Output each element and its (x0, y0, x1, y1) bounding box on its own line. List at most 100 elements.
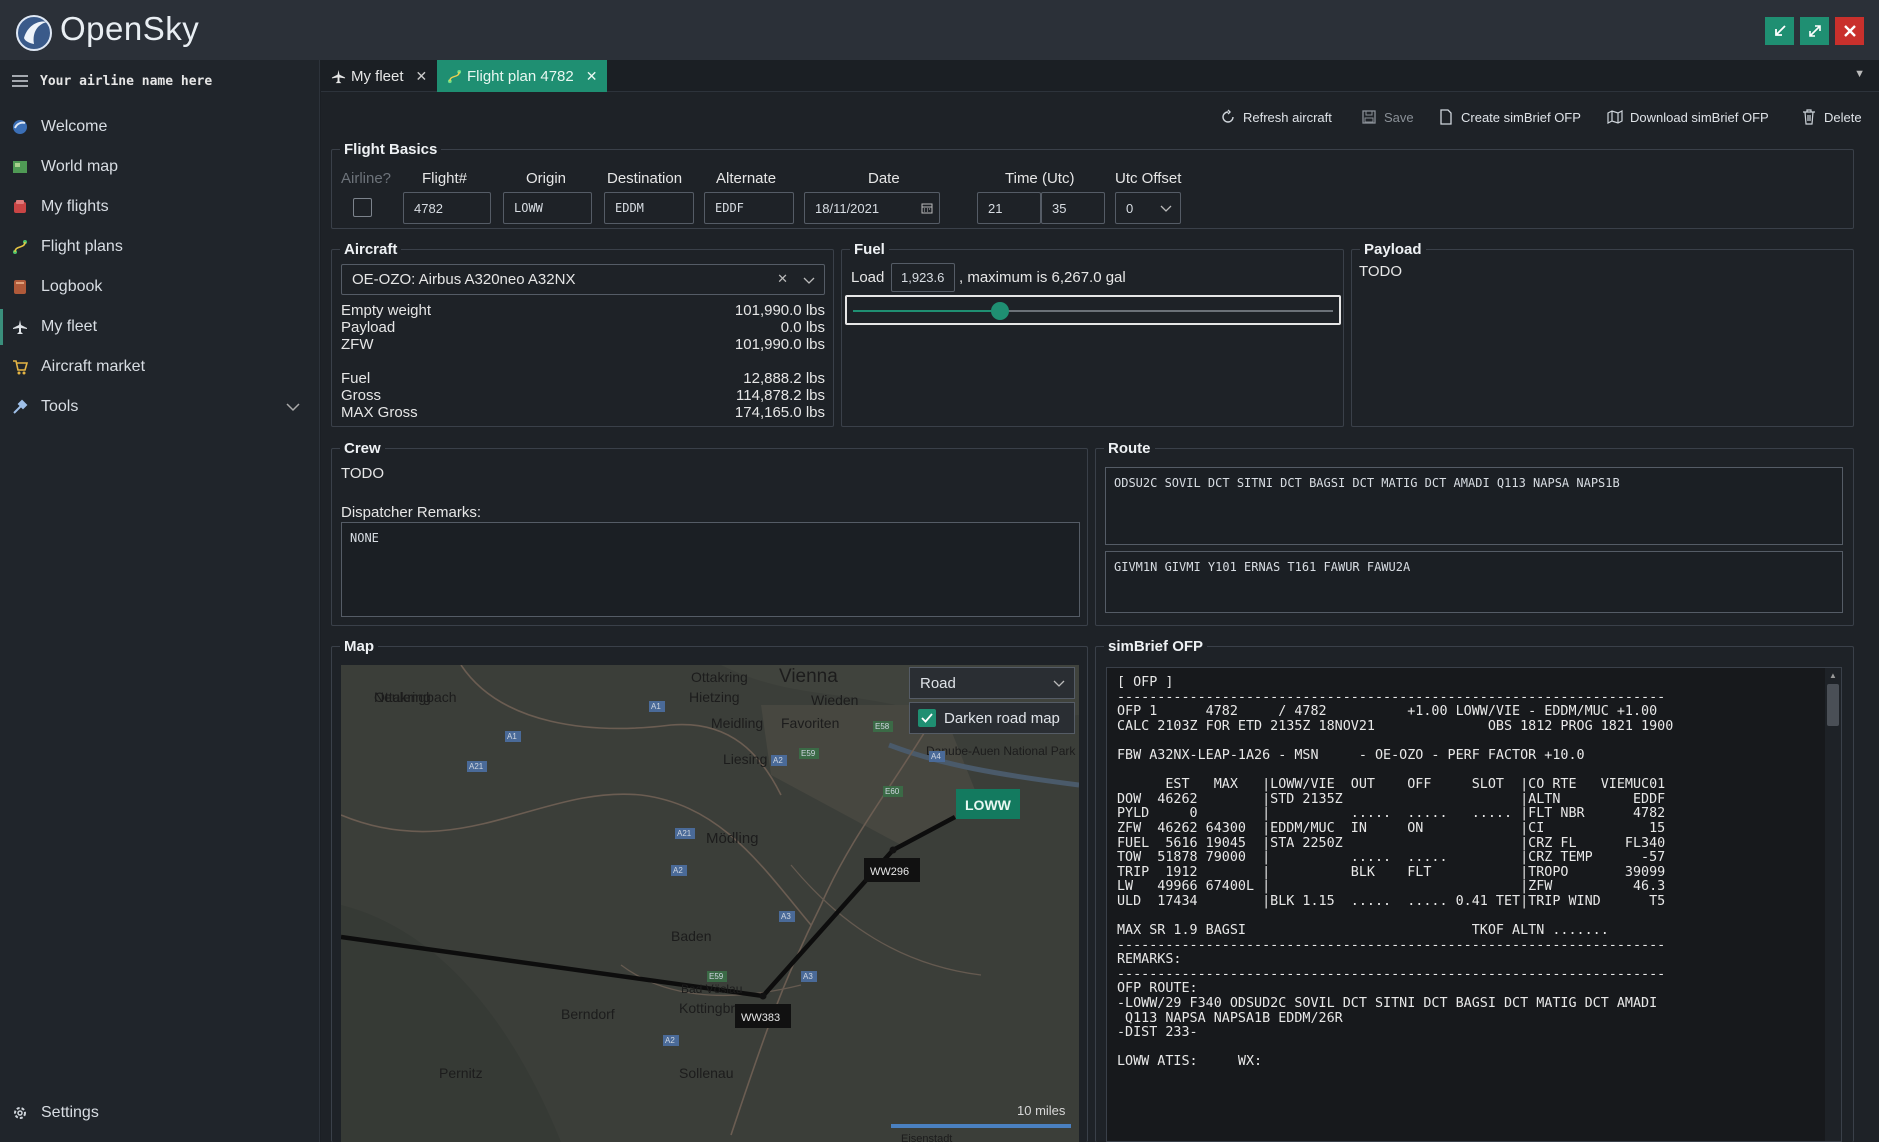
gross-value: 114,878.2 lbs (736, 387, 825, 404)
flights-icon (11, 198, 29, 216)
sidebar-item-label: World map (41, 158, 119, 175)
refresh-aircraft-button[interactable]: Refresh aircraft (1220, 107, 1332, 127)
crew-text: TODO (341, 465, 385, 482)
sidebar-item-label: Tools (41, 398, 79, 415)
road-label: E59 (801, 749, 816, 758)
map-scale-bar (891, 1124, 1071, 1128)
sidebar-item-flight-plans[interactable]: Flight plans (0, 229, 320, 265)
sidebar-item-tools[interactable]: Tools (0, 389, 320, 425)
ofp-line: OFP 1 4782 / 4782 +1.00 LOWW/VIE - EDDM/… (1117, 704, 1658, 720)
sidebar-item-settings[interactable]: Settings (0, 1095, 320, 1131)
sidebar-item-logbook[interactable]: Logbook (0, 269, 320, 305)
route-textarea[interactable]: ODSU2C SOVIL DCT SITNI DCT BAGSI DCT MAT… (1105, 467, 1843, 545)
download-ofp-label: Download simBrief OFP (1630, 109, 1769, 125)
road-label: A1 (651, 702, 661, 711)
alternate-route-textarea[interactable]: GIVM1N GIVMI Y101 ERNAS T161 FAWUR FAWU2… (1105, 551, 1843, 613)
waypoint-marker-loww[interactable]: LOWW (956, 789, 1020, 819)
dispatcher-remarks-textarea[interactable]: NONE (341, 522, 1080, 617)
waypoint-marker-ww383[interactable]: WW383 (735, 1004, 791, 1028)
map-place-label: Favoriten (781, 715, 839, 731)
ofp-line: Q113 NAPSA NAPSA1B EDDM/26R (1117, 1010, 1343, 1026)
origin-input[interactable]: LOWW (503, 192, 592, 224)
origin-label: Origin (526, 170, 567, 187)
save-button[interactable]: Save (1361, 107, 1414, 127)
airline-name: Your airline name here (40, 73, 213, 89)
map-place-label: Danube-Auen National Park (926, 744, 1076, 758)
route-title: Route (1104, 440, 1155, 457)
ofp-line: TOW 51878 79000 | ..... ..... |CRZ TEMP … (1117, 850, 1666, 866)
ofp-text-area[interactable]: [ OFP ] ---------------------------------… (1106, 667, 1842, 1142)
maximize-button[interactable] (1800, 17, 1829, 45)
checkbox-checked-icon[interactable] (918, 709, 936, 727)
calendar-icon[interactable] (921, 202, 933, 214)
route-map[interactable]: Ottakring Ottakring Hietzing Vienna Wied… (341, 665, 1079, 1142)
ofp-line: OFP ROUTE: (1117, 981, 1198, 997)
road-label: A2 (673, 866, 683, 875)
ofp-line: MAX SR 1.9 BAGSI TKOF ALTN ....... (1117, 923, 1609, 939)
route-panel: Route ODSU2C SOVIL DCT SITNI DCT BAGSI D… (1095, 440, 1854, 626)
time-minute-input[interactable]: 35 (1041, 192, 1105, 224)
date-label: Date (868, 170, 900, 187)
flight-number-input[interactable]: 4782 (403, 192, 491, 224)
airline-header[interactable]: Your airline name here (0, 60, 320, 102)
ofp-line: EST MAX |LOWW/VIE OUT OFF SLOT |CO RTE V… (1117, 777, 1666, 793)
tab-flight-plan[interactable]: Flight plan 4782 ✕ (437, 60, 608, 92)
close-button[interactable] (1835, 17, 1864, 45)
map-place-label: Wieden (811, 692, 858, 708)
delete-button[interactable]: Delete (1801, 107, 1862, 127)
date-input[interactable]: 18/11/2021 (804, 192, 940, 224)
chevron-down-icon[interactable] (803, 277, 815, 285)
map-canvas: Ottakring Ottakring Hietzing Vienna Wied… (341, 665, 1079, 1142)
map-layer-value: Road (920, 674, 956, 692)
zfw-value: 101,990.0 lbs (734, 336, 825, 353)
time-hour-input[interactable]: 21 (977, 192, 1041, 224)
alternate-input[interactable]: EDDF (704, 192, 794, 224)
scroll-up-icon[interactable]: ▲ (1829, 671, 1837, 680)
sidebar-item-my-flights[interactable]: My flights (0, 189, 320, 225)
menu-icon[interactable] (12, 75, 28, 87)
download-simbrief-ofp-button[interactable]: Download simBrief OFP (1607, 107, 1769, 127)
fuel-slider[interactable] (845, 295, 1341, 325)
fuel-weight-value: 12,888.2 lbs (743, 370, 825, 387)
ofp-line (1117, 732, 1673, 747)
aircraft-select[interactable]: OE-OZO: Airbus A320neo A32NX ✕ (341, 264, 825, 295)
waypoint-marker-ww296[interactable]: WW296 (864, 858, 920, 882)
fuel-load-input[interactable]: 1,923.6 (891, 263, 955, 292)
tab-bar: My fleet ✕ Flight plan 4782 ✕ ▼ (321, 60, 1879, 92)
clear-icon[interactable]: ✕ (777, 271, 788, 287)
zfw-label: ZFW (341, 336, 374, 353)
ofp-scrollbar[interactable]: ▲ (1825, 668, 1841, 1141)
map-layer-select[interactable]: Road (909, 667, 1075, 699)
sidebar-item-my-fleet[interactable]: My fleet (0, 309, 320, 345)
ofp-line: CALC 2103Z FOR ETD 2135Z 18NOV21 OBS 181… (1117, 718, 1674, 734)
ofp-line: DOW 46262 |STD 2135Z |ALTN EDDF (1117, 791, 1666, 807)
close-tab-icon[interactable]: ✕ (586, 68, 598, 85)
tab-my-fleet[interactable]: My fleet ✕ (321, 60, 437, 92)
utc-offset-select[interactable]: 0 (1115, 192, 1181, 224)
darken-road-map-toggle[interactable]: Darken road map (909, 702, 1075, 734)
slider-thumb[interactable] (991, 302, 1010, 320)
gear-icon (11, 1104, 29, 1122)
waypoint-label: WW383 (741, 1012, 780, 1024)
payload-row: Payload 0.0 lbs (341, 319, 825, 336)
close-tab-icon[interactable]: ✕ (416, 68, 428, 85)
tab-list-dropdown-icon[interactable]: ▼ (1854, 68, 1865, 80)
map-place-label: Hietzing (689, 689, 740, 705)
app-title: OpenSky (60, 10, 200, 47)
sidebar-item-label: My fleet (41, 318, 98, 335)
ofp-text: [ OFP ] ---------------------------------… (1117, 674, 1674, 1069)
dispatcher-remarks-label: Dispatcher Remarks: (341, 504, 482, 521)
ofp-scrollbar-thumb[interactable] (1827, 684, 1839, 726)
create-simbrief-ofp-button[interactable]: Create simBrief OFP (1438, 107, 1581, 127)
minimize-button[interactable] (1765, 17, 1794, 45)
chevron-down-icon[interactable] (286, 399, 300, 415)
map-scale-label: 10 miles (1017, 1103, 1066, 1118)
save-icon (1361, 109, 1377, 125)
destination-input[interactable]: EDDM (604, 192, 694, 224)
airline-checkbox[interactable] (353, 198, 372, 217)
sidebar-item-aircraft-market[interactable]: Aircraft market (0, 349, 320, 385)
aircraft-panel: Aircraft OE-OZO: Airbus A320neo A32NX ✕ … (331, 241, 834, 427)
document-icon (1438, 109, 1454, 125)
sidebar-item-welcome[interactable]: Welcome (0, 109, 320, 145)
sidebar-item-world-map[interactable]: World map (0, 149, 320, 185)
